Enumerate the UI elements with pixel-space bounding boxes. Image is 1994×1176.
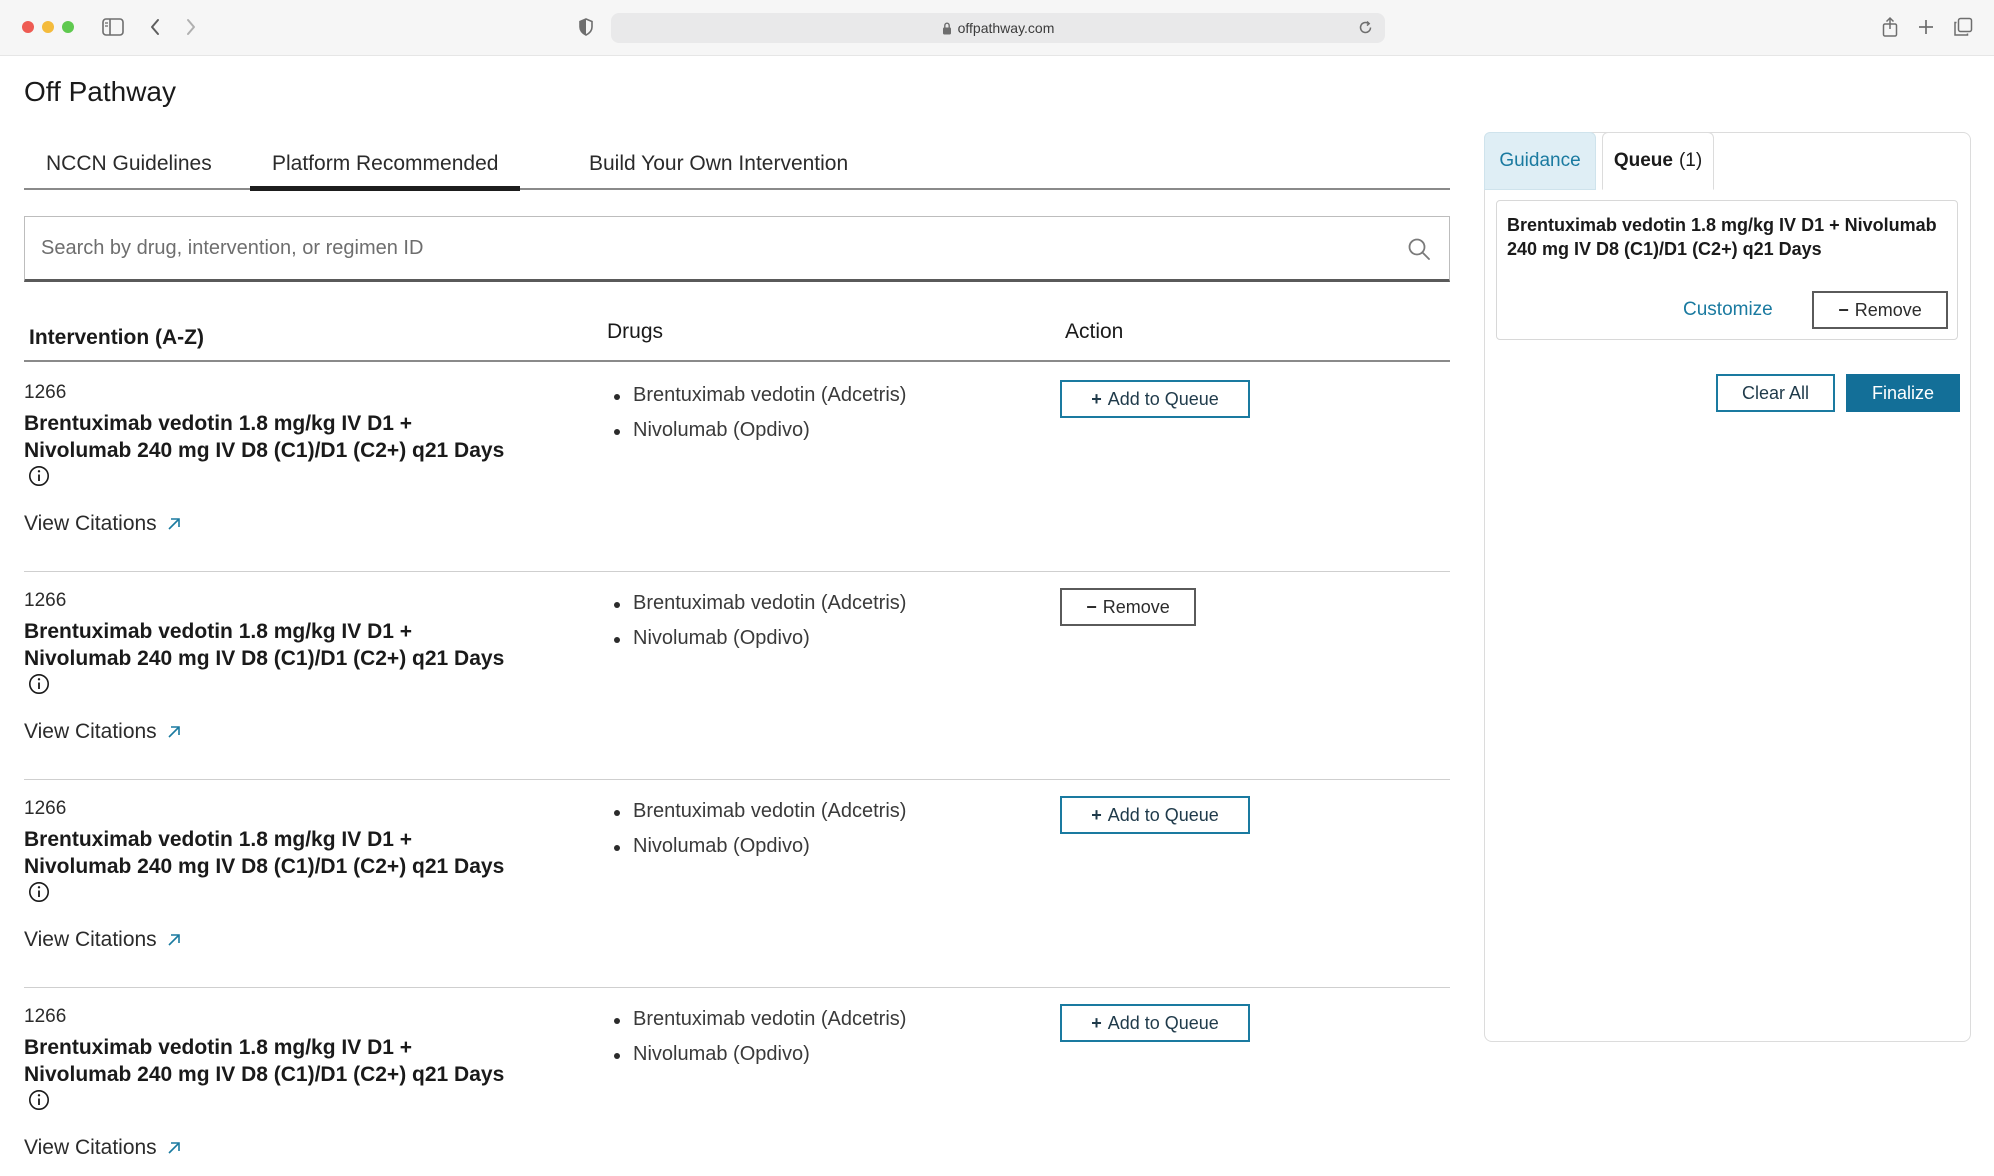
table-row: 1266 Brentuximab vedotin 1.8 mg/kg IV D1… xyxy=(24,364,1450,572)
regimen-id: 1266 xyxy=(24,1006,67,1027)
search-icon[interactable] xyxy=(1407,237,1431,266)
queue-item-card: Brentuximab vedotin 1.8 mg/kg IV D1 + Ni… xyxy=(1496,200,1958,340)
drug-list: Brentuximab vedotin (Adcetris) Nivolumab… xyxy=(614,800,906,870)
page-title: Off Pathway xyxy=(24,76,177,107)
add-to-queue-button[interactable]: + Add to Queue xyxy=(1060,380,1250,418)
arrow-up-right-icon xyxy=(167,725,181,739)
drug-item: Nivolumab (Opdivo) xyxy=(614,835,906,870)
info-icon[interactable] xyxy=(28,881,50,910)
column-header-intervention[interactable]: Intervention (A-Z) xyxy=(29,326,204,350)
drug-list: Brentuximab vedotin (Adcetris) Nivolumab… xyxy=(614,592,906,662)
drug-item: Brentuximab vedotin (Adcetris) xyxy=(614,384,906,419)
tab-nccn-guidelines[interactable]: NCCN Guidelines xyxy=(24,132,234,190)
lock-icon xyxy=(942,21,952,35)
table-row: 1266 Brentuximab vedotin 1.8 mg/kg IV D1… xyxy=(24,572,1450,780)
drug-item: Brentuximab vedotin (Adcetris) xyxy=(614,592,906,627)
customize-link[interactable]: Customize xyxy=(1683,299,1773,321)
remove-button[interactable]: − Remove xyxy=(1060,588,1196,626)
intervention-name: Brentuximab vedotin 1.8 mg/kg IV D1 + Ni… xyxy=(24,826,524,910)
maximize-window-button[interactable] xyxy=(62,21,74,33)
chevron-left-icon[interactable] xyxy=(142,14,168,40)
browser-toolbar: offpathway.com xyxy=(0,0,1994,56)
sidebar-toggle-icon[interactable] xyxy=(100,14,126,40)
intervention-name: Brentuximab vedotin 1.8 mg/kg IV D1 + Ni… xyxy=(24,410,524,494)
drug-list: Brentuximab vedotin (Adcetris) Nivolumab… xyxy=(614,384,906,454)
column-header-drugs: Drugs xyxy=(607,320,664,343)
info-icon[interactable] xyxy=(28,1089,50,1118)
info-icon[interactable] xyxy=(28,673,50,702)
drug-item: Nivolumab (Opdivo) xyxy=(614,627,906,662)
view-citations-link[interactable]: View Citations xyxy=(24,928,181,952)
drug-item: Brentuximab vedotin (Adcetris) xyxy=(614,1008,906,1043)
drug-list: Brentuximab vedotin (Adcetris) Nivolumab… xyxy=(614,1008,906,1078)
view-citations-link[interactable]: View Citations xyxy=(24,720,181,744)
info-icon[interactable] xyxy=(28,465,50,494)
regimen-id: 1266 xyxy=(24,382,67,403)
add-to-queue-button[interactable]: + Add to Queue xyxy=(1060,796,1250,834)
drug-item: Brentuximab vedotin (Adcetris) xyxy=(614,800,906,835)
intervention-tabs: NCCN Guidelines Platform Recommended Bui… xyxy=(24,132,1450,191)
regimen-id: 1266 xyxy=(24,590,67,611)
table-header: Intervention (A-Z) Drugs Action xyxy=(24,300,1450,362)
arrow-up-right-icon xyxy=(167,517,181,531)
intervention-name: Brentuximab vedotin 1.8 mg/kg IV D1 + Ni… xyxy=(24,1034,524,1118)
shield-icon[interactable] xyxy=(573,14,599,40)
remove-from-queue-button[interactable]: − Remove xyxy=(1812,291,1948,329)
queue-item-name: Brentuximab vedotin 1.8 mg/kg IV D1 + Ni… xyxy=(1507,215,1937,259)
intervention-name: Brentuximab vedotin 1.8 mg/kg IV D1 + Ni… xyxy=(24,618,524,702)
url-text: offpathway.com xyxy=(957,20,1055,36)
table-row: 1266 Brentuximab vedotin 1.8 mg/kg IV D1… xyxy=(24,780,1450,988)
arrow-up-right-icon xyxy=(167,933,181,947)
view-citations-link[interactable]: View Citations xyxy=(24,512,181,536)
tab-guidance[interactable]: Guidance xyxy=(1484,132,1596,190)
add-to-queue-button[interactable]: + Add to Queue xyxy=(1060,1004,1250,1042)
tab-queue[interactable]: Queue (1) xyxy=(1602,132,1714,190)
tab-build-your-own-intervention[interactable]: Build Your Own Intervention xyxy=(567,132,870,190)
finalize-button[interactable]: Finalize xyxy=(1846,374,1960,412)
column-header-action: Action xyxy=(1065,320,1124,343)
queue-count: (1) xyxy=(1678,150,1703,171)
table-row: 1266 Brentuximab vedotin 1.8 mg/kg IV D1… xyxy=(24,988,1450,1176)
minimize-window-button[interactable] xyxy=(42,21,54,33)
chevron-right-icon[interactable] xyxy=(178,14,204,40)
regimen-id: 1266 xyxy=(24,798,67,819)
tabs-overview-icon[interactable] xyxy=(1950,14,1976,40)
address-bar[interactable]: offpathway.com xyxy=(611,13,1385,43)
tab-platform-recommended[interactable]: Platform Recommended xyxy=(250,132,521,191)
clear-all-button[interactable]: Clear All xyxy=(1716,374,1835,412)
reload-icon[interactable] xyxy=(1358,20,1373,35)
drug-item: Nivolumab (Opdivo) xyxy=(614,1043,906,1078)
arrow-up-right-icon xyxy=(167,1141,181,1155)
search-input[interactable] xyxy=(25,236,1365,260)
close-window-button[interactable] xyxy=(22,21,34,33)
drug-item: Nivolumab (Opdivo) xyxy=(614,419,906,454)
search-box xyxy=(24,216,1450,282)
plus-icon[interactable] xyxy=(1913,14,1939,40)
share-icon[interactable] xyxy=(1877,14,1903,40)
view-citations-link[interactable]: View Citations xyxy=(24,1136,181,1160)
